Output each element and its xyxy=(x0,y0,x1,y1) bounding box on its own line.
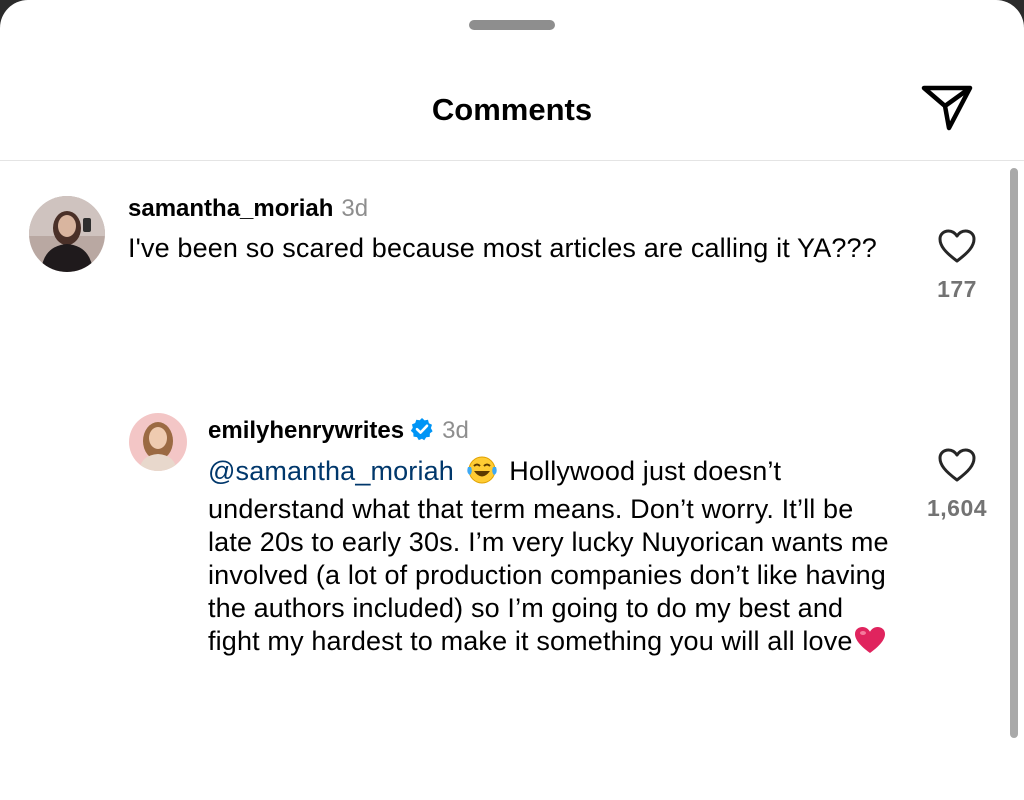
red-heart-emoji xyxy=(853,625,887,663)
comments-header: Comments xyxy=(0,70,1024,150)
comment-body: I've been so scared because most article… xyxy=(128,233,877,263)
comment-username[interactable]: emilyhenrywrites xyxy=(208,417,404,444)
scrollbar[interactable] xyxy=(1010,168,1018,738)
heart-outline-icon[interactable] xyxy=(937,228,977,264)
like-button[interactable]: 177 xyxy=(912,228,1002,303)
face-with-tears-of-joy-emoji xyxy=(466,455,498,493)
comment-meta: emilyhenrywrites 3d xyxy=(208,416,469,449)
verified-badge-icon xyxy=(410,417,434,449)
user-avatar[interactable] xyxy=(29,196,105,272)
heart-outline-icon[interactable] xyxy=(937,447,977,483)
comment-text: I've been so scared because most article… xyxy=(128,232,888,265)
like-count: 177 xyxy=(937,276,977,302)
comment-timestamp: 3d xyxy=(442,417,469,444)
comment-timestamp: 3d xyxy=(341,195,369,222)
sheet-grabber-handle[interactable] xyxy=(469,20,555,30)
comment-text: @samantha_moriah Hollywood just doesn’t … xyxy=(208,455,898,663)
comment-body: Hollywood just doesn’t understand what t… xyxy=(208,456,889,656)
like-count: 1,604 xyxy=(926,495,988,521)
header-divider xyxy=(0,160,1024,161)
like-button[interactable]: 1,604 xyxy=(912,447,1002,522)
comments-sheet: Comments samantha_moriah 3d I've been so … xyxy=(0,0,1024,800)
mention-link[interactable]: @samantha_moriah xyxy=(208,456,462,486)
page-title: Comments xyxy=(431,92,593,127)
comment-item: samantha_moriah 3d I've been so scared be… xyxy=(0,190,1000,330)
reply-item: emilyhenrywrites 3d @samantha_moriah Holl… xyxy=(0,405,1000,735)
user-avatar[interactable] xyxy=(129,413,187,471)
paper-plane-icon[interactable] xyxy=(920,82,976,134)
comment-username[interactable]: samantha_moriah xyxy=(128,195,333,222)
comment-meta: samantha_moriah 3d xyxy=(128,194,368,224)
